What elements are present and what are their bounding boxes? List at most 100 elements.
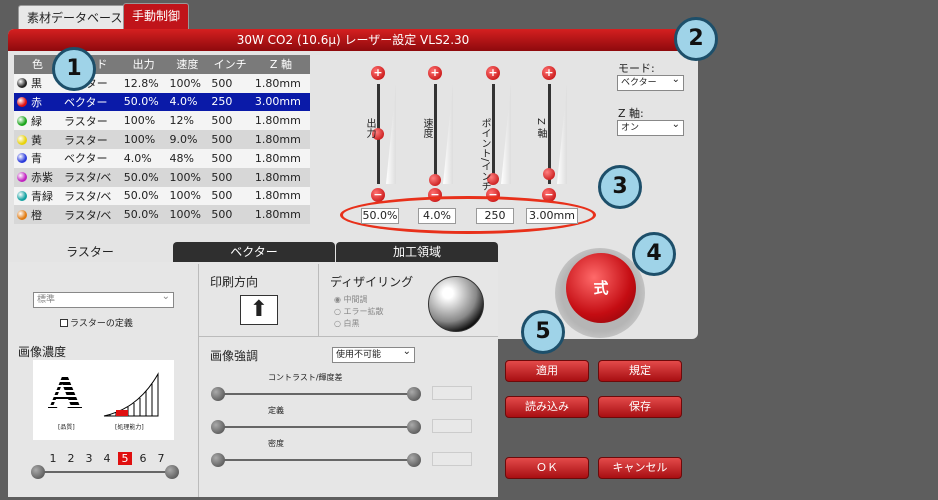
table-row[interactable]: 緑 ラスター 100% 12% 500 1.80mm	[14, 111, 310, 131]
cell-text: 1.80mm	[254, 114, 301, 128]
apply-button[interactable]: 適用	[505, 360, 589, 382]
enhance-2-left-knob[interactable]	[211, 453, 225, 467]
table-row[interactable]: 赤 ベクター 50.0% 4.0% 250 3.00mm	[14, 92, 310, 112]
cell-text: ラスタ/ベ	[63, 189, 112, 203]
cell-text: 1.80mm	[254, 208, 301, 222]
table-cell-z: 1.80mm	[251, 186, 310, 206]
color-dot-icon	[17, 96, 27, 107]
dither-preview-icon	[428, 276, 484, 332]
default-button[interactable]: 規定	[598, 360, 682, 382]
density-step-4[interactable]: 4	[100, 452, 114, 465]
density-step-3[interactable]: 3	[82, 452, 96, 465]
table-cell-mode: ベクター	[60, 148, 121, 168]
cell-text: 50.0%	[123, 170, 159, 184]
table-cell-ppi: 500	[208, 205, 252, 225]
table-row[interactable]: 赤紫 ラスタ/ベ 50.0% 100% 500 1.80mm	[14, 167, 310, 187]
tab-raster[interactable]: ラスター	[8, 242, 172, 262]
slider-3-label: Z 軸	[535, 118, 546, 139]
ppi-value[interactable]: 250	[476, 208, 514, 224]
dither-option-1[interactable]: ○ エラー拡散	[334, 306, 384, 317]
mode-label: モード:	[618, 62, 655, 75]
enhance-1-right-knob[interactable]	[407, 420, 421, 434]
table-cell-power: 50.0%	[120, 205, 167, 225]
cancel-button[interactable]: キャンセル	[598, 457, 682, 479]
density-step-7[interactable]: 7	[154, 452, 168, 465]
table-row[interactable]: 橙 ラスタ/ベ 50.0% 100% 500 1.80mm	[14, 205, 310, 225]
table-row[interactable]: 青緑 ラスタ/ベ 50.0% 100% 500 1.80mm	[14, 186, 310, 206]
table-row[interactable]: 青 ベクター 4.0% 48% 500 1.80mm	[14, 148, 310, 168]
load-button[interactable]: 読み込み	[505, 396, 589, 418]
cell-text: 500	[211, 76, 233, 90]
tab-vector[interactable]: ベクター	[173, 242, 335, 262]
table-cell-ppi: 500	[208, 130, 252, 149]
cell-text: 500	[211, 189, 233, 203]
enhance-1-track	[218, 426, 414, 428]
tab-processing-area[interactable]: 加工領域	[336, 242, 498, 262]
z-axis-select[interactable]: オン	[617, 118, 684, 136]
density-increase-knob[interactable]	[165, 465, 179, 479]
slider-1-knob[interactable]	[429, 174, 441, 186]
cell-text: 赤紫	[31, 171, 53, 185]
enhance-0-label: コントラスト/輝度差	[268, 373, 343, 382]
cell-text: 500	[211, 114, 233, 128]
define-raster-checkbox[interactable]: ラスターの定義	[60, 316, 133, 329]
arrow-up-icon: ⬆	[249, 297, 269, 322]
cell-text: 1.80mm	[254, 76, 301, 90]
power-value[interactable]: 50.0%	[361, 208, 399, 224]
execute-button[interactable]: 式	[566, 253, 636, 323]
table-cell-power: 50.0%	[120, 186, 167, 206]
cell-text: 9.0%	[169, 133, 198, 147]
color-dot-icon	[17, 172, 27, 183]
cell-text: 48%	[169, 151, 194, 165]
density-step-2[interactable]: 2	[64, 452, 78, 465]
enhance-0-right-knob[interactable]	[407, 387, 421, 401]
mode-select[interactable]: ベクター	[617, 73, 684, 91]
table-cell-power: 50.0%	[120, 92, 167, 112]
tab-material-database[interactable]: 素材データベース	[18, 5, 132, 31]
header-z-axis: Z 軸	[251, 55, 310, 74]
ok-button[interactable]: ＯＫ	[505, 457, 589, 479]
cell-text: 500	[211, 151, 233, 165]
density-step-1[interactable]: 1	[46, 452, 60, 465]
slider-0-plus-button[interactable]: +	[371, 66, 385, 80]
tab-manual-control[interactable]: 手動制御	[123, 3, 190, 31]
enhance-1-value[interactable]	[432, 419, 472, 433]
table-cell-mode: ラスタ/ベ	[60, 167, 121, 187]
table-cell-ppi: 500	[208, 167, 252, 187]
slider-2-label: ポイント/インチ	[479, 118, 490, 192]
enhance-2-right-knob[interactable]	[407, 453, 421, 467]
table-cell-speed: 100%	[166, 186, 209, 206]
dither-option-2[interactable]: ○ 白黒	[334, 318, 360, 329]
slider-3-knob[interactable]	[543, 168, 555, 180]
slider-1-plus-button[interactable]: +	[428, 66, 442, 80]
table-cell-mode: ラスタ/ベ	[60, 205, 121, 225]
density-step-6[interactable]: 6	[136, 452, 150, 465]
slider-3-plus-button[interactable]: +	[542, 66, 556, 80]
enhance-1-left-knob[interactable]	[211, 420, 225, 434]
table-cell-color: 緑	[14, 111, 61, 131]
enhance-0-left-knob[interactable]	[211, 387, 225, 401]
density-decrease-knob[interactable]	[31, 465, 45, 479]
image-enhance-select[interactable]: 使用不可能	[332, 345, 415, 363]
dither-option-0[interactable]: ◉ 中間調	[334, 294, 368, 305]
slider-2-plus-button[interactable]: +	[486, 66, 500, 80]
dither-option-label: 白黒	[343, 319, 360, 328]
cell-text: 1.80mm	[254, 170, 301, 184]
enhance-0-value[interactable]	[432, 386, 472, 400]
z-axis-value[interactable]: 3.00mm	[526, 208, 578, 224]
cell-text: 500	[211, 170, 233, 184]
z-axis-label: Z 軸:	[618, 107, 644, 120]
print-direction-button[interactable]: ⬆	[240, 295, 278, 325]
speed-value[interactable]: 4.0%	[418, 208, 456, 224]
callout-2: 2	[674, 17, 718, 61]
processing-capacity-label: [処理能力]	[115, 424, 144, 431]
enhance-2-value[interactable]	[432, 452, 472, 466]
save-button[interactable]: 保存	[598, 396, 682, 418]
table-cell-z: 3.00mm	[251, 92, 310, 112]
raster-preset-select[interactable]: 標準	[33, 290, 174, 308]
table-row[interactable]: 黄 ラスター 100% 9.0% 500 1.80mm	[14, 130, 310, 149]
slider-2-track	[492, 84, 495, 184]
header-speed: 速度	[166, 55, 209, 74]
table-cell-ppi: 500	[208, 148, 252, 168]
density-step-5[interactable]: 5	[118, 452, 132, 465]
